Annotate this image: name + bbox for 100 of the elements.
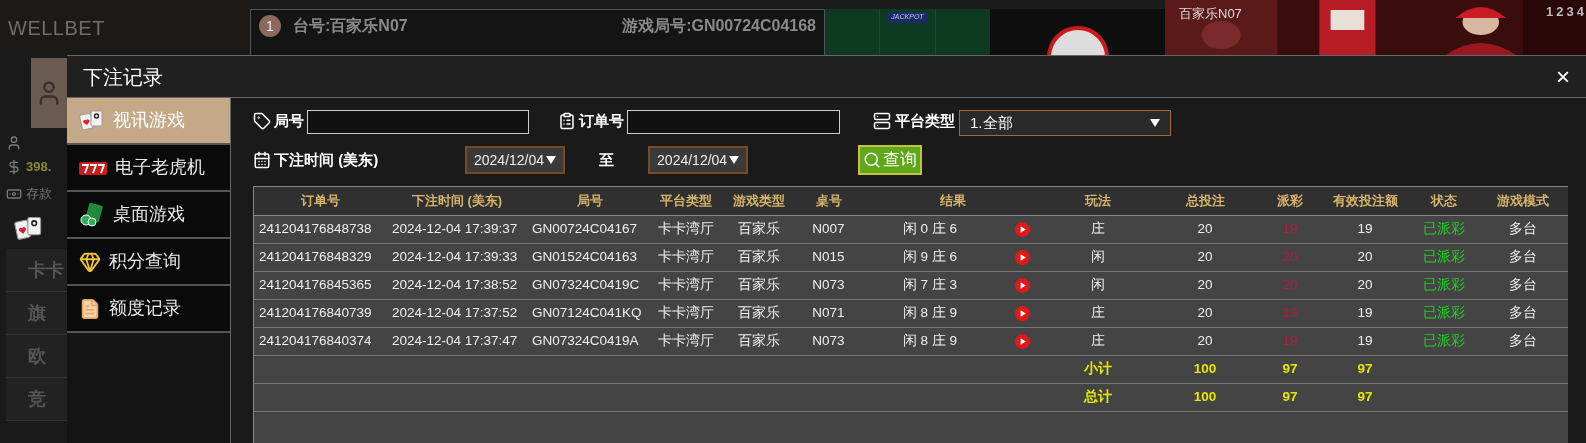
column-header: 玩法: [1045, 187, 1150, 215]
play-video-button[interactable]: [1015, 305, 1030, 321]
column-header: 订单号: [254, 187, 387, 215]
road-tab[interactable]: 4: [1576, 2, 1584, 22]
table-cell: 多台: [1478, 271, 1568, 299]
table-cell: 20: [1150, 299, 1260, 327]
round-label: 游戏局号:GN00724C04168: [622, 16, 816, 36]
calendar-icon: [253, 151, 271, 169]
table-cell: 多台: [1478, 215, 1568, 243]
summary-label: 小计: [1045, 355, 1150, 383]
table-cell: 2024-12-04 17:37:47: [387, 327, 527, 355]
table-cell: 百家乐: [720, 299, 797, 327]
road-tab[interactable]: 1: [1546, 2, 1554, 22]
table-cell: 庄: [1045, 327, 1150, 355]
road-tab[interactable]: 3: [1566, 2, 1574, 22]
road-tab[interactable]: 2: [1556, 2, 1564, 22]
round-label: 局号: [274, 111, 304, 131]
table-number-badge: 1: [259, 15, 281, 37]
table-cell: GN07324C0419A: [527, 327, 652, 355]
play-video-button[interactable]: [1015, 221, 1030, 237]
table-cell: 20: [1260, 271, 1320, 299]
clipboard-icon: [558, 112, 576, 130]
table-cell: 2024-12-04 17:39:33: [387, 243, 527, 271]
table-cell: 百家乐: [720, 243, 797, 271]
search-icon: [863, 151, 882, 169]
table-cell: 19: [1320, 299, 1410, 327]
video-table-label: 百家乐N07: [1179, 5, 1242, 23]
play-video-button[interactable]: [1015, 333, 1030, 349]
input-field[interactable]: [307, 110, 529, 134]
date-picker[interactable]: 2024/12/04: [465, 146, 566, 174]
column-header: 游戏模式: [1478, 187, 1568, 215]
play-video-button[interactable]: [1015, 277, 1030, 293]
status-cell: 已派彩: [1410, 215, 1478, 243]
table-cell: N007: [797, 215, 860, 243]
table-cell: 241204176840374: [254, 327, 387, 355]
date-picker[interactable]: 2024/12/04: [648, 146, 749, 174]
summary-cell: 97: [1260, 355, 1320, 383]
play-video-button[interactable]: [1015, 249, 1030, 265]
platform-label: 平台类型: [895, 111, 955, 131]
table-cell: 多台: [1478, 243, 1568, 271]
table-cell: 19: [1320, 327, 1410, 355]
table-cell: 20: [1150, 243, 1260, 271]
column-header: 状态: [1410, 187, 1478, 215]
table-cell: GN07324C0419C: [527, 271, 652, 299]
table-cell: 20: [1150, 327, 1260, 355]
table-cell: GN00724C04167: [527, 215, 652, 243]
time-label: 下注时间 (美东): [274, 149, 379, 170]
side-link[interactable]: 存款: [26, 184, 52, 204]
tag-icon: [253, 112, 271, 130]
summary-cell: 100: [1150, 383, 1260, 411]
table-cell: 19: [1260, 299, 1320, 327]
menu-item[interactable]: 额度记录: [67, 286, 230, 333]
balance: 398.: [26, 158, 52, 177]
table-cell: 241204176845365: [254, 271, 387, 299]
column-header: 游戏类型: [720, 187, 797, 215]
table-cell: 闲: [1045, 243, 1150, 271]
table-cell: GN01524C04163: [527, 243, 652, 271]
table-cell: 20: [1260, 243, 1320, 271]
close-button[interactable]: ×: [1556, 64, 1570, 89]
table-cell: 庄: [1045, 215, 1150, 243]
column-header: 有效投注额: [1320, 187, 1410, 215]
document-icon: [79, 297, 101, 320]
table-cell: 闲: [1045, 271, 1150, 299]
status-cell: 已派彩: [1410, 243, 1478, 271]
table-cell: 多台: [1478, 327, 1568, 355]
table-cell: 20: [1320, 243, 1410, 271]
table-cell: 闲 0 庄 6: [860, 215, 1000, 243]
diamond-icon: [79, 250, 101, 273]
table-cell: 241204176848738: [254, 215, 387, 243]
status-cell: 已派彩: [1410, 271, 1478, 299]
menu-item[interactable]: 积分查询: [67, 239, 230, 286]
table-cell: 百家乐: [720, 215, 797, 243]
slot-sevens-icon: [79, 159, 107, 176]
input-field[interactable]: [627, 110, 840, 134]
column-header: 总投注: [1150, 187, 1260, 215]
column-header: 派彩: [1260, 187, 1320, 215]
table-cell: 百家乐: [720, 271, 797, 299]
user-icon: [6, 134, 22, 151]
table-cell: 2024-12-04 17:39:37: [387, 215, 527, 243]
to-label: 至: [599, 149, 615, 170]
menu-item[interactable]: 桌面游戏: [67, 192, 230, 239]
table-cell: 多台: [1478, 299, 1568, 327]
table-cell: 2024-12-04 17:37:52: [387, 299, 527, 327]
server-icon: [873, 112, 891, 130]
table-cell: GN07124C041KQ: [527, 299, 652, 327]
caret-icon: [1150, 119, 1160, 127]
table-cell: 20: [1150, 271, 1260, 299]
table-cell: 241204176840739: [254, 299, 387, 327]
table-cell: 闲 8 庄 9: [860, 299, 1000, 327]
dialog-title: 下注记录: [83, 64, 163, 90]
column-header: 局号: [527, 187, 652, 215]
summary-cell: 97: [1260, 383, 1320, 411]
table-cell: 庄: [1045, 299, 1150, 327]
table-cell: N071: [797, 299, 860, 327]
status-cell: 已派彩: [1410, 299, 1478, 327]
menu-item[interactable]: 电子老虎机: [67, 145, 230, 192]
table-cell: 19: [1260, 215, 1320, 243]
platform-select[interactable]: 1.全部: [959, 110, 1171, 136]
column-header: 结果: [860, 187, 1045, 215]
table-cell: 2024-12-04 17:38:52: [387, 271, 527, 299]
